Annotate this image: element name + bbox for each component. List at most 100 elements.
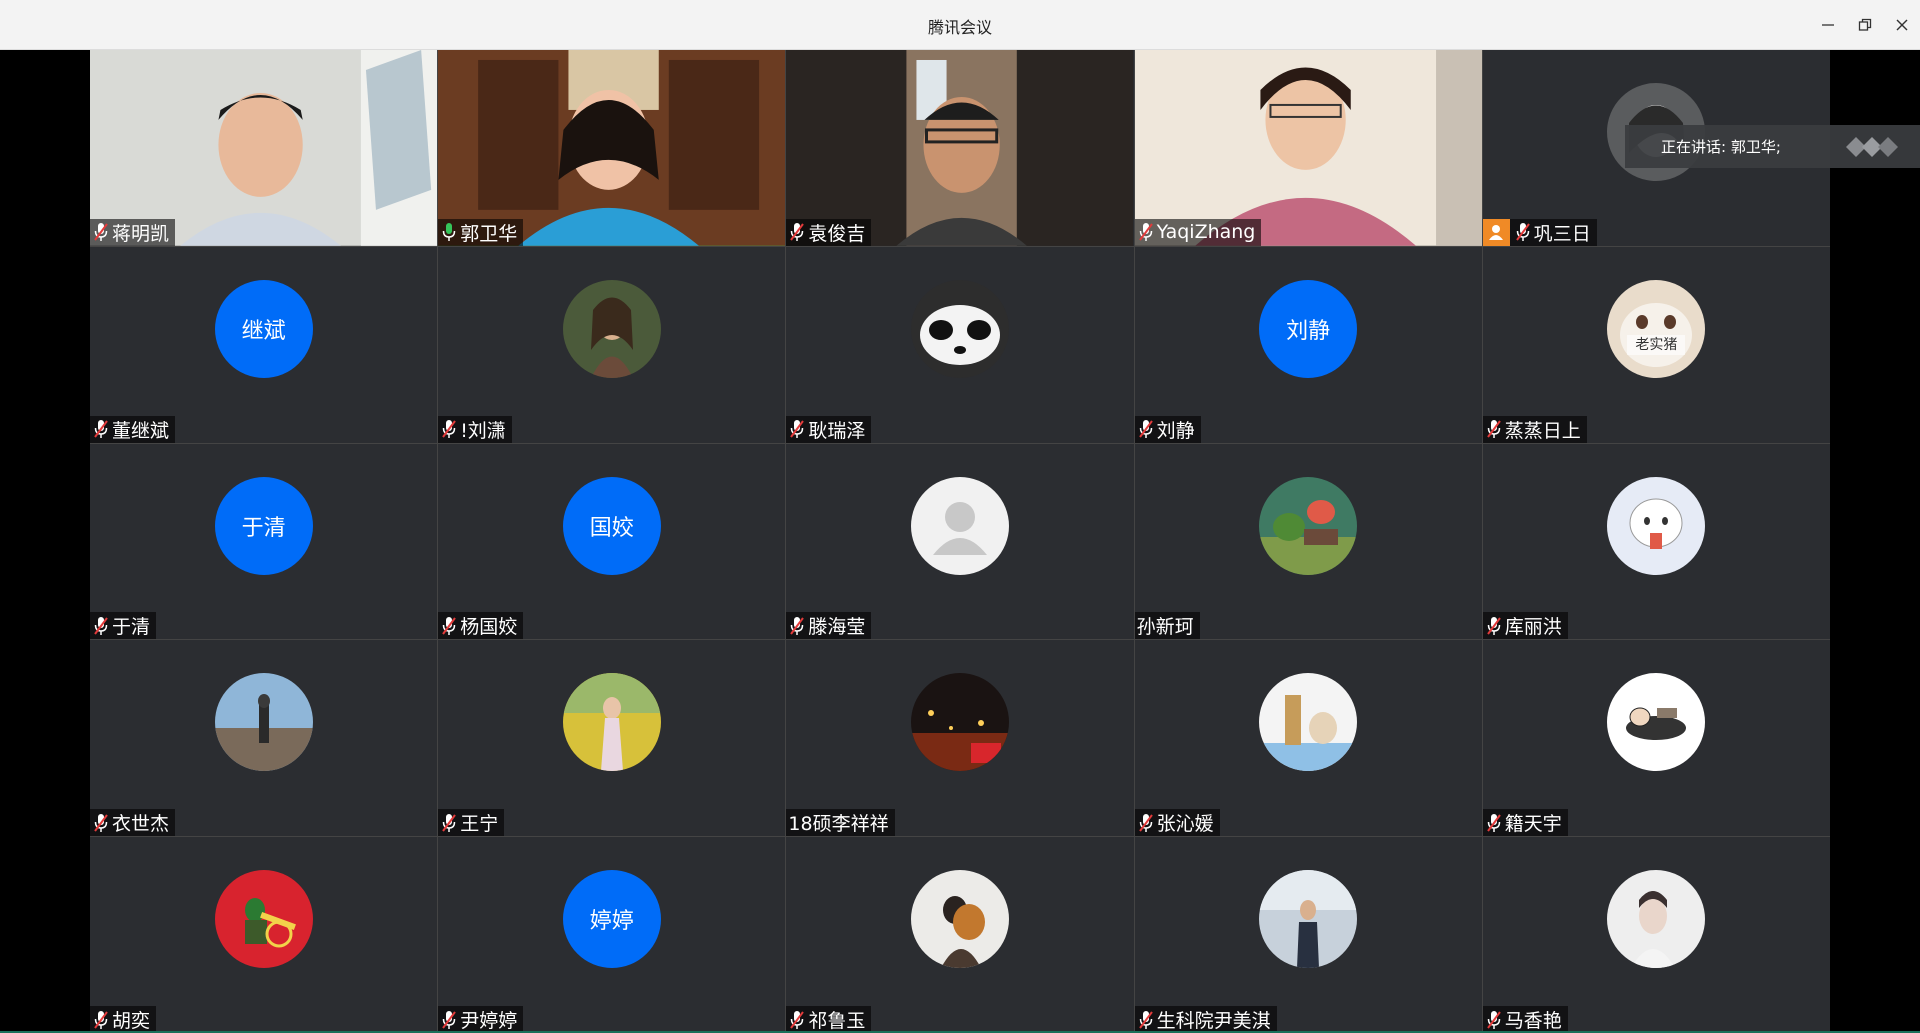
participant-name: 王宁 [460, 813, 499, 836]
mic-muted-icon [440, 1009, 458, 1031]
participant-avatar: 国姣 [562, 476, 661, 575]
participant-nametag: 库丽洪 [1482, 612, 1568, 640]
participant-avatar [1607, 870, 1706, 969]
participant-nametag: YaqiZhang [1134, 218, 1262, 246]
participant-name: YaqiZhang [1156, 221, 1256, 244]
participant-name: 孙新珂 [1136, 616, 1194, 639]
participant-name: 于清 [112, 616, 151, 639]
participant-tile[interactable]: 国姣杨国姣 [438, 443, 786, 640]
restore-icon[interactable] [1846, 0, 1883, 50]
participant-tile[interactable]: 于清 于清 [90, 443, 438, 640]
participant-tile[interactable]: 胡奕 [90, 837, 438, 1033]
participant-nametag: 滕海莹 [786, 612, 872, 640]
participant-tile[interactable]: 婷婷尹婷婷 [438, 837, 786, 1033]
participant-nametag: 衣世杰 [90, 809, 176, 837]
participant-name: 张沁媛 [1156, 813, 1214, 836]
participant-avatar: 老实猪 [1607, 279, 1706, 378]
participant-name: !刘潇 [460, 419, 506, 442]
close-icon[interactable] [1883, 0, 1920, 50]
participant-tile[interactable]: 蒋明凯 [90, 50, 438, 246]
participant-tile[interactable]: 继斌董继斌 [90, 246, 438, 443]
participant-name: 董继斌 [112, 419, 170, 442]
mic-muted-icon [440, 418, 458, 440]
mic-muted-icon [1137, 418, 1155, 440]
participant-avatar: 继斌 [214, 279, 313, 378]
participant-tile[interactable]: 生科院尹美淇 [1134, 837, 1482, 1033]
participant-tile[interactable]: 衣世杰 [90, 640, 438, 837]
participant-nametag: 董继斌 [90, 415, 176, 443]
participant-avatar [214, 870, 313, 969]
participant-name: 巩三日 [1533, 222, 1591, 245]
avatar-initials: 于清 [241, 515, 286, 541]
participant-tile[interactable]: 滕海莹 [786, 443, 1134, 640]
participant-tile[interactable]: 18硕李祥祥 [786, 640, 1134, 837]
mic-on-icon [440, 221, 458, 243]
participant-nametag: 尹婷婷 [438, 1006, 524, 1033]
avatar-caption: 老实猪 [1635, 336, 1678, 353]
speaking-indicator: 正在讲话: 郭卫华; [1625, 125, 1920, 168]
mic-muted-icon [1137, 1009, 1155, 1031]
participant-tile[interactable]: 袁俊吉 [786, 50, 1134, 246]
participant-tile[interactable]: 马香艳 [1482, 837, 1830, 1033]
participant-name: 马香艳 [1504, 1010, 1562, 1032]
mic-muted-icon [92, 615, 110, 637]
participant-nametag: 蒋明凯 [90, 218, 176, 246]
participant-nametag: 马香艳 [1482, 1006, 1568, 1033]
participant-name: 籍天宇 [1504, 813, 1562, 836]
participant-nametag: 杨国姣 [438, 612, 524, 640]
participant-name: 袁俊吉 [808, 222, 866, 245]
participant-tile[interactable]: 郭卫华 [438, 50, 786, 246]
participant-avatar [1259, 870, 1358, 969]
participant-name: 耿瑞泽 [808, 419, 866, 442]
participant-tile[interactable]: YaqiZhang [1134, 50, 1482, 246]
participant-name: 生科院尹美淇 [1156, 1010, 1271, 1032]
participant-video [1134, 50, 1482, 246]
participant-video [90, 50, 438, 246]
participant-tile[interactable]: 孙新珂 [1134, 443, 1482, 640]
speaking-text: 正在讲话: 郭卫华; [1661, 138, 1781, 156]
participant-avatar: 婷婷 [562, 870, 661, 969]
mic-muted-icon [92, 418, 110, 440]
mic-muted-icon [788, 418, 806, 440]
participant-avatar [910, 476, 1009, 575]
participant-avatar [562, 673, 661, 772]
participant-video [438, 50, 786, 246]
participant-tile[interactable]: 库丽洪 [1482, 443, 1830, 640]
participant-tile[interactable]: !刘潇 [438, 246, 786, 443]
mic-muted-icon [1485, 812, 1503, 834]
avatar-initials: 国姣 [589, 515, 634, 541]
participant-nametag: !刘潇 [438, 415, 512, 443]
participant-tile[interactable]: 籍天宇 [1482, 640, 1830, 837]
participant-name: 杨国姣 [460, 616, 518, 639]
mic-muted-icon [788, 221, 806, 243]
participant-name: 衣世杰 [112, 813, 170, 836]
minimize-icon[interactable] [1809, 0, 1846, 50]
participant-avatar [1259, 476, 1358, 575]
participant-tile[interactable]: 刘静 刘静 [1134, 246, 1482, 443]
participant-nametag: 籍天宇 [1482, 809, 1568, 837]
participant-avatar [910, 870, 1009, 969]
avatar-initials: 继斌 [241, 318, 286, 344]
participant-tile[interactable]: 耿瑞泽 [786, 246, 1134, 443]
avatar-initials: 刘静 [1286, 318, 1331, 344]
window-controls [1809, 0, 1920, 50]
participant-name: 滕海莹 [808, 616, 866, 639]
participant-avatar [1607, 673, 1706, 772]
participant-tile[interactable]: 张沁媛 [1134, 640, 1482, 837]
participant-avatar: 于清 [214, 476, 313, 575]
participant-tile[interactable]: 老实猪 蒸蒸日上 [1482, 246, 1830, 443]
participant-tile[interactable]: 祁鲁玉 [786, 837, 1134, 1033]
participant-nametag: 刘静 [1134, 415, 1201, 443]
avatar-initials: 婷婷 [589, 909, 634, 935]
participant-nametag: 王宁 [438, 809, 505, 837]
participant-name: 蒋明凯 [112, 222, 170, 245]
participant-tile[interactable]: 王宁 [438, 640, 786, 837]
participant-name: 郭卫华 [460, 222, 518, 245]
mic-muted-icon [1485, 615, 1503, 637]
participant-name: 库丽洪 [1504, 616, 1562, 639]
participant-grid: 蒋明凯 郭卫华 袁俊吉 YaqiZhang 巩三日 继斌 董继斌 !刘潇 耿瑞泽 刘静 刘静 老实猪蒸… [90, 50, 1830, 1033]
mic-muted-icon [1514, 221, 1532, 243]
participant-name: 祁鲁玉 [808, 1010, 866, 1032]
participant-name: 胡奕 [112, 1010, 151, 1032]
participant-nametag: 祁鲁玉 [786, 1006, 872, 1033]
